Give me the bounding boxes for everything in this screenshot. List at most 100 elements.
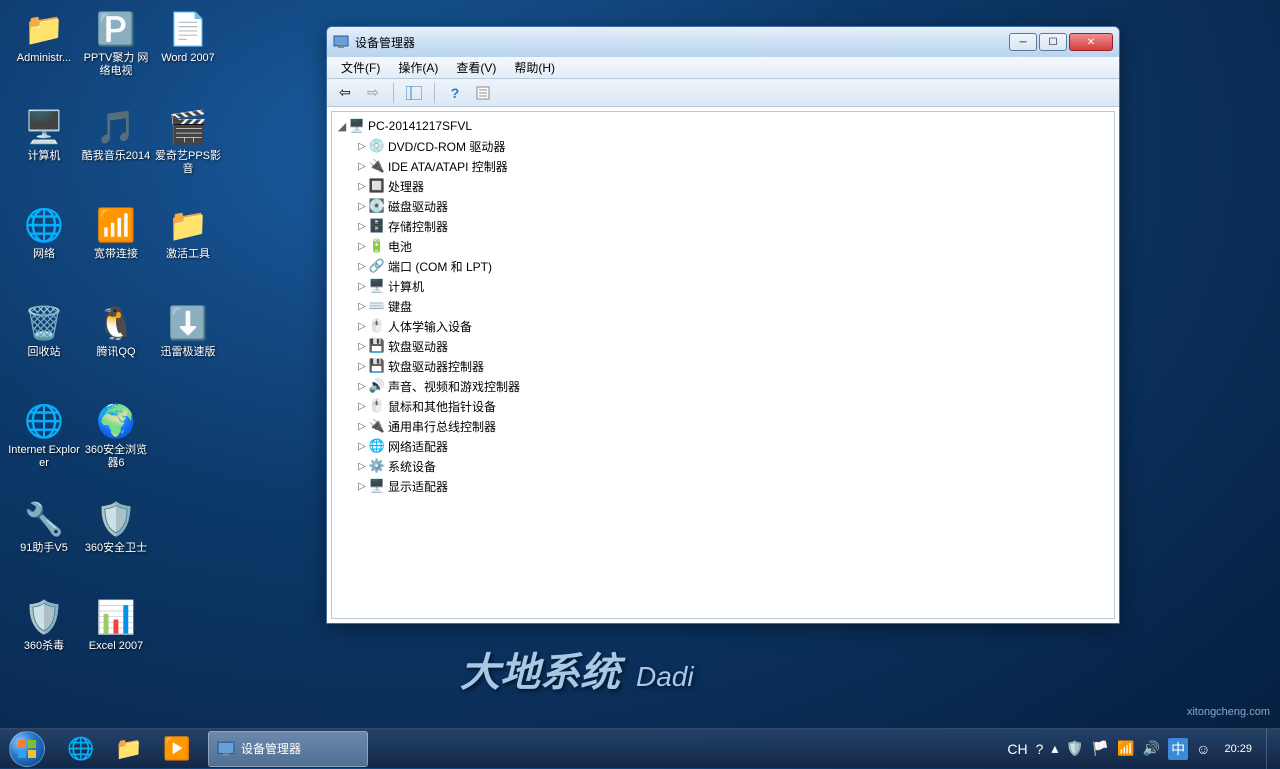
tree-node[interactable]: ▷⚙️系统设备 [356,456,1110,476]
activation-folder[interactable]: 📁激活工具 [152,204,224,261]
network-tray-icon[interactable]: 📶 [1117,740,1134,757]
360browser-shortcut-icon: 🌍 [95,400,137,442]
clock[interactable]: 20:29 [1218,743,1258,755]
help-button[interactable]: ? [443,82,467,104]
expand-icon[interactable]: ▷ [356,161,368,172]
show-hide-console-tree-button[interactable] [402,82,426,104]
tray-expand-icon[interactable]: ▴ [1051,740,1058,757]
expand-icon[interactable]: ▷ [356,361,368,372]
word-shortcut[interactable]: 📄Word 2007 [152,8,224,65]
kuwo-shortcut[interactable]: 🎵酷我音乐2014 [80,106,152,163]
media-player-pinned[interactable]: ▶️ [154,731,200,767]
menu-item-3[interactable]: 帮助(H) [506,57,563,78]
ime-indicator[interactable]: CH [1007,741,1027,757]
tree-node[interactable]: ▷💿DVD/CD-ROM 驱动器 [356,136,1110,156]
icon-label: 网络 [33,248,55,261]
computer[interactable]: 🖥️计算机 [8,106,80,163]
help-tray-icon[interactable]: ? [1036,741,1044,757]
properties-button[interactable] [471,82,495,104]
expand-icon[interactable]: ▷ [356,241,368,252]
node-label: 电池 [386,238,412,255]
broadband-shortcut[interactable]: 📶宽带连接 [80,204,152,261]
tree-node[interactable]: ▷🌐网络适配器 [356,436,1110,456]
tree-node[interactable]: ▷💾软盘驱动器 [356,336,1110,356]
flag-tray-icon[interactable]: 🏳️ [1092,740,1109,757]
icon-label: 360安全浏览器6 [80,444,152,470]
start-button[interactable] [0,729,54,769]
window-title: 设备管理器 [355,34,1009,51]
toolbar-separator [393,83,394,103]
folder-admin[interactable]: 📁Administr... [8,8,80,65]
tree-node[interactable]: ▷🖱️鼠标和其他指针设备 [356,396,1110,416]
ie-icon: 🌐 [23,400,65,442]
tree-node[interactable]: ▷🖱️人体学输入设备 [356,316,1110,336]
expand-icon[interactable]: ▷ [356,181,368,192]
device-category-icon: ⌨️ [368,298,386,314]
node-label: 通用串行总线控制器 [386,418,496,435]
expand-icon[interactable]: ▷ [356,461,368,472]
expand-icon[interactable]: ▷ [356,261,368,272]
tree-node[interactable]: ▷🔌IDE ATA/ATAPI 控制器 [356,156,1110,176]
expand-icon[interactable]: ▷ [356,441,368,452]
device-category-icon: 💾 [368,358,386,374]
titlebar[interactable]: 设备管理器 ─ ☐ ✕ [327,27,1119,57]
close-button[interactable]: ✕ [1069,33,1113,51]
360av-shortcut[interactable]: 🛡️360杀毒 [8,596,80,653]
ie[interactable]: 🌐Internet Explorer [8,400,80,470]
pptv-shortcut[interactable]: 🅿️PPTV聚力 网络电视 [80,8,152,78]
expand-icon[interactable]: ▷ [356,301,368,312]
91helper-shortcut-icon: 🔧 [23,498,65,540]
forward-button[interactable]: ⇨ [361,82,385,104]
xunlei-shortcut[interactable]: ⬇️迅雷极速版 [152,302,224,359]
iqiyi-shortcut[interactable]: 🎬爱奇艺PPS影音 [152,106,224,176]
tree-node[interactable]: ▷🔗端口 (COM 和 LPT) [356,256,1110,276]
node-label: 系统设备 [386,458,436,475]
back-button[interactable]: ⇦ [333,82,357,104]
tree-node[interactable]: ▷🗄️存储控制器 [356,216,1110,236]
tree-node[interactable]: ▷🔋电池 [356,236,1110,256]
expand-icon[interactable]: ▷ [356,421,368,432]
explorer-pinned[interactable]: 📁 [106,731,152,767]
ime-badge[interactable]: 中 [1168,738,1188,760]
taskbar-task-device-manager[interactable]: 设备管理器 [208,731,368,767]
menu-item-2[interactable]: 查看(V) [448,57,504,78]
tree-node[interactable]: ▷🔊声音、视频和游戏控制器 [356,376,1110,396]
menu-item-1[interactable]: 操作(A) [390,57,446,78]
tree-node[interactable]: ▷🔌通用串行总线控制器 [356,416,1110,436]
volume-tray-icon[interactable]: 🔊 [1143,740,1160,757]
show-desktop-button[interactable] [1266,729,1280,769]
network[interactable]: 🌐网络 [8,204,80,261]
tree-root-node[interactable]: ◢ 🖥️ PC-20141217SFVL [336,116,1110,136]
expand-icon[interactable]: ▷ [356,401,368,412]
minimize-button[interactable]: ─ [1009,33,1037,51]
maximize-button[interactable]: ☐ [1039,33,1067,51]
face-tray-icon[interactable]: ☺ [1196,741,1210,757]
360safe-shortcut[interactable]: 🛡️360安全卫士 [80,498,152,555]
expand-icon[interactable]: ▷ [356,281,368,292]
tree-node[interactable]: ▷🖥️显示适配器 [356,476,1110,496]
tree-node[interactable]: ▷💽磁盘驱动器 [356,196,1110,216]
qq-shortcut[interactable]: 🐧腾讯QQ [80,302,152,359]
expand-icon[interactable]: ▷ [356,381,368,392]
tree-node[interactable]: ▷⌨️键盘 [356,296,1110,316]
expand-icon[interactable]: ▷ [356,481,368,492]
expand-icon[interactable]: ▷ [356,221,368,232]
device-category-icon: 🖱️ [368,318,386,334]
icon-label: 腾讯QQ [96,346,135,359]
menu-item-0[interactable]: 文件(F) [333,57,388,78]
360browser-shortcut[interactable]: 🌍360安全浏览器6 [80,400,152,470]
ie-pinned[interactable]: 🌐 [58,731,104,767]
tree-node[interactable]: ▷💾软盘驱动器控制器 [356,356,1110,376]
recycle-bin[interactable]: 🗑️回收站 [8,302,80,359]
collapse-icon[interactable]: ◢ [336,120,348,133]
expand-icon[interactable]: ▷ [356,341,368,352]
expand-icon[interactable]: ▷ [356,321,368,332]
tree-panel[interactable]: ◢ 🖥️ PC-20141217SFVL ▷💿DVD/CD-ROM 驱动器▷🔌I… [331,111,1115,619]
tree-node[interactable]: ▷🔲处理器 [356,176,1110,196]
shield-tray-icon[interactable]: 🛡️ [1066,740,1083,757]
expand-icon[interactable]: ▷ [356,201,368,212]
91helper-shortcut[interactable]: 🔧91助手V5 [8,498,80,555]
tree-node[interactable]: ▷🖥️计算机 [356,276,1110,296]
expand-icon[interactable]: ▷ [356,141,368,152]
excel-shortcut[interactable]: 📊Excel 2007 [80,596,152,653]
